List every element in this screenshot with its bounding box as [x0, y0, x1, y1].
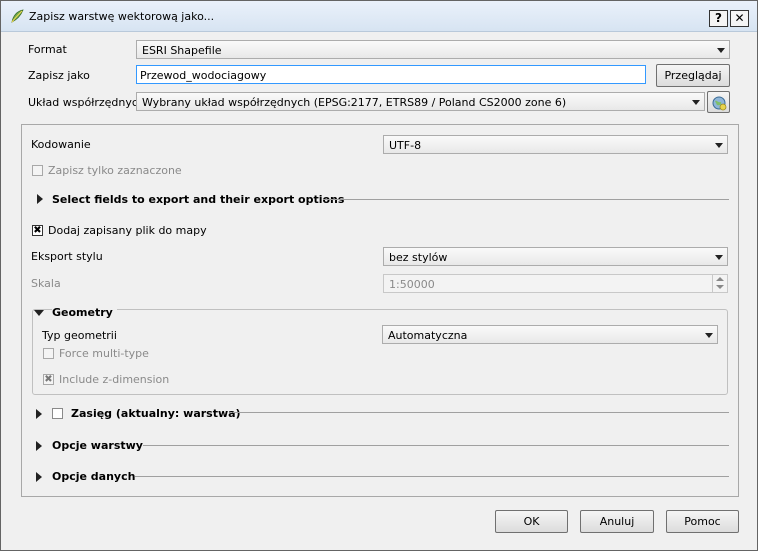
chevron-down-icon	[705, 333, 713, 338]
chevron-down-icon	[717, 48, 725, 53]
geometry-section-header[interactable]: Geometry	[52, 306, 117, 319]
expand-arrow-icon[interactable]	[36, 472, 42, 482]
globe-icon	[712, 96, 726, 111]
title-bar: Zapisz warstwę wektorową jako... ? ✕	[1, 1, 757, 32]
include-z-label: Include z-dimension	[59, 373, 170, 386]
geometry-type-label: Typ geometrii	[42, 329, 117, 342]
style-export-label: Eksport stylu	[31, 250, 103, 263]
style-export-select[interactable]: bez stylów	[383, 247, 728, 266]
format-value: ESRI Shapefile	[142, 44, 222, 57]
spin-down-icon	[716, 285, 724, 289]
section-divider	[143, 445, 729, 446]
ok-button[interactable]: OK	[495, 510, 568, 533]
scale-value: 1:50000	[389, 278, 435, 291]
section-divider	[135, 476, 729, 477]
expand-arrow-icon[interactable]	[37, 194, 43, 204]
crs-value: Wybrany układ współrzędnych (EPSG:2177, …	[142, 96, 567, 109]
save-as-value: Przewod_wodociagowy	[140, 69, 267, 82]
layer-options-section-header[interactable]: Opcje warstwy	[52, 439, 143, 452]
selected-only-checkbox[interactable]	[32, 165, 43, 176]
crs-label: Układ współrzędnych	[28, 96, 145, 109]
collapse-arrow-icon[interactable]	[34, 310, 44, 316]
encoding-select[interactable]: UTF-8	[383, 135, 728, 154]
geometry-type-select[interactable]: Automatyczna	[382, 325, 718, 344]
format-select[interactable]: ESRI Shapefile	[136, 40, 730, 59]
crs-picker-button[interactable]	[707, 91, 730, 113]
encoding-label: Kodowanie	[31, 138, 91, 151]
add-to-map-label: Dodaj zapisany plik do mapy	[48, 224, 207, 237]
expand-arrow-icon[interactable]	[36, 441, 42, 451]
spin-buttons[interactable]	[712, 275, 727, 292]
section-divider	[323, 199, 729, 200]
chevron-down-icon	[715, 143, 723, 148]
force-multi-checkbox[interactable]	[43, 348, 54, 359]
fields-section-header[interactable]: Select fields to export and their export…	[52, 193, 344, 206]
force-multi-label: Force multi-type	[59, 347, 149, 360]
extent-section-header[interactable]: Zasięg (aktualny: warstwa)	[71, 407, 241, 420]
expand-arrow-icon[interactable]	[36, 409, 42, 419]
help-title-button[interactable]: ?	[709, 10, 728, 27]
style-export-value: bez stylów	[389, 251, 448, 264]
cancel-button[interactable]: Anuluj	[580, 510, 654, 533]
format-label: Format	[28, 43, 67, 56]
chevron-down-icon	[692, 100, 700, 105]
save-vector-layer-dialog: Zapisz warstwę wektorową jako... ? ✕ For…	[0, 0, 758, 551]
save-as-label: Zapisz jako	[28, 69, 90, 82]
data-options-section-header[interactable]: Opcje danych	[52, 470, 135, 483]
geometry-type-value: Automatyczna	[388, 329, 468, 342]
encoding-value: UTF-8	[389, 139, 422, 152]
extent-checkbox[interactable]	[52, 408, 63, 419]
spin-up-icon	[716, 277, 724, 281]
save-as-input[interactable]: Przewod_wodociagowy	[136, 65, 646, 84]
window-title: Zapisz warstwę wektorową jako...	[29, 10, 215, 23]
scale-label: Skala	[31, 277, 61, 290]
qgis-icon	[11, 9, 24, 23]
section-divider	[233, 412, 729, 413]
scale-spinbox[interactable]: 1:50000	[383, 274, 728, 293]
close-button[interactable]: ✕	[730, 10, 749, 27]
selected-only-label: Zapisz tylko zaznaczone	[48, 164, 182, 177]
include-z-checkbox[interactable]: ✖	[43, 374, 54, 385]
crs-select[interactable]: Wybrany układ współrzędnych (EPSG:2177, …	[136, 92, 705, 111]
chevron-down-icon	[715, 255, 723, 260]
add-to-map-checkbox[interactable]: ✖	[32, 225, 43, 236]
browse-button[interactable]: Przeglądaj	[656, 64, 730, 87]
help-button[interactable]: Pomoc	[666, 510, 739, 533]
